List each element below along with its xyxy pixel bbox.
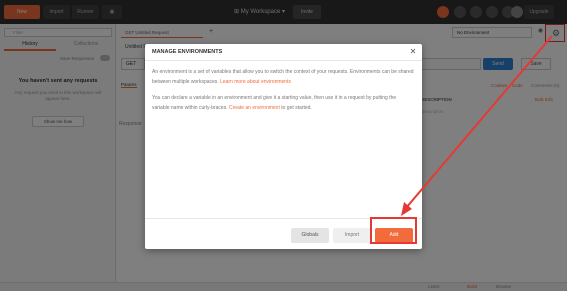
postman-app: New Import Runner ▣ ⊞ My Workspace ▾ Inv… — [0, 0, 567, 291]
annotation-arrow — [401, 35, 553, 216]
